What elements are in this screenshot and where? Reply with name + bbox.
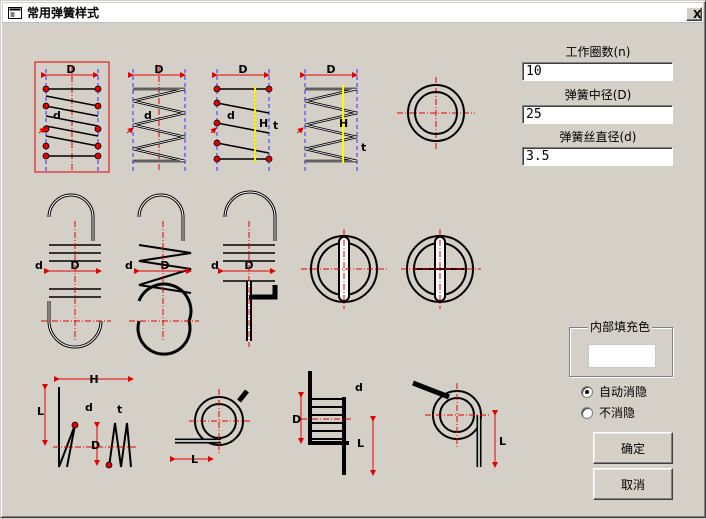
fill-color-swatch[interactable] <box>588 344 656 368</box>
label-L: L <box>499 435 506 448</box>
spring-style-dialog: 常用弹簧样式 X D d D d D H t d D H t D d D d D… <box>0 0 706 518</box>
label-t: t <box>273 119 278 132</box>
close-button[interactable]: X <box>686 7 702 21</box>
label-D: D <box>91 439 100 452</box>
label-H: H <box>89 373 98 386</box>
label-D: D <box>292 413 301 426</box>
label-L: L <box>357 437 364 450</box>
label-D: D <box>326 63 335 76</box>
spring-style-3-compression-h-t[interactable]: D H t d <box>210 63 278 171</box>
label-D: D <box>238 63 247 76</box>
auto-hide-radio[interactable] <box>581 386 593 398</box>
no-hide-label: 不消隐 <box>599 406 636 420</box>
spring-style-2-compression[interactable]: D d <box>126 63 186 171</box>
radio-selected-dot <box>585 390 589 394</box>
label-d: d <box>211 259 219 272</box>
spring-style-5-end-view[interactable] <box>397 77 475 151</box>
cancel-button[interactable]: 取消 <box>593 468 673 500</box>
label-d: d <box>227 109 235 122</box>
label-D: D <box>160 259 169 272</box>
spring-style-1-compression-section[interactable]: D d <box>34 61 110 173</box>
auto-hide-option[interactable]: 自动消隐 <box>581 385 671 401</box>
label-L: L <box>37 405 44 418</box>
no-hide-option[interactable]: 不消隐 <box>581 406 671 422</box>
spring-style-13-torsion-side[interactable]: D d L <box>292 371 376 476</box>
spring-style-8-extension-hook[interactable]: D d <box>211 190 278 347</box>
label-t: t <box>117 403 122 416</box>
spring-style-4-compression-h-t[interactable]: D H t <box>296 63 366 171</box>
no-hide-radio[interactable] <box>581 407 593 419</box>
coils-label: 工作圈数(n) <box>565 45 631 59</box>
spring-style-14-torsion-front[interactable]: L <box>412 380 506 468</box>
label-d: d <box>85 401 93 414</box>
wire-diameter-input[interactable] <box>522 147 673 166</box>
mean-diameter-label: 弹簧中径(D) <box>564 88 632 102</box>
spring-style-6-extension[interactable]: D d <box>35 193 111 349</box>
mean-diameter-input[interactable] <box>522 105 673 124</box>
spring-styles-canvas: D d D d D H t d D H t D d D d D d H L d … <box>34 61 506 476</box>
coils-input[interactable] <box>522 62 673 81</box>
spring-style-10-end-view-cross[interactable] <box>401 229 481 309</box>
label-d: d <box>35 259 43 272</box>
label-t: t <box>361 141 366 154</box>
spring-style-12-torsion-front[interactable]: L <box>170 389 251 466</box>
label-L: L <box>191 453 198 466</box>
spring-style-11-torsion-side[interactable]: H L d t D <box>37 373 137 469</box>
label-H: H <box>339 117 348 130</box>
label-d: d <box>144 109 152 122</box>
fill-color-label: 内部填充色 <box>588 320 653 334</box>
ok-button[interactable]: 确定 <box>593 432 673 464</box>
label-H: H <box>259 117 268 130</box>
label-d: d <box>125 259 133 272</box>
label-d: d <box>355 381 363 394</box>
spring-style-9-end-view-bar[interactable] <box>301 229 387 309</box>
fill-color-group: 内部填充色 <box>569 320 673 377</box>
label-D: D <box>66 63 75 76</box>
wire-diameter-label: 弹簧丝直径(d) <box>559 130 637 144</box>
auto-hide-label: 自动消隐 <box>599 385 648 399</box>
spring-style-7-extension[interactable]: D d <box>125 193 199 356</box>
label-d: d <box>53 109 61 122</box>
